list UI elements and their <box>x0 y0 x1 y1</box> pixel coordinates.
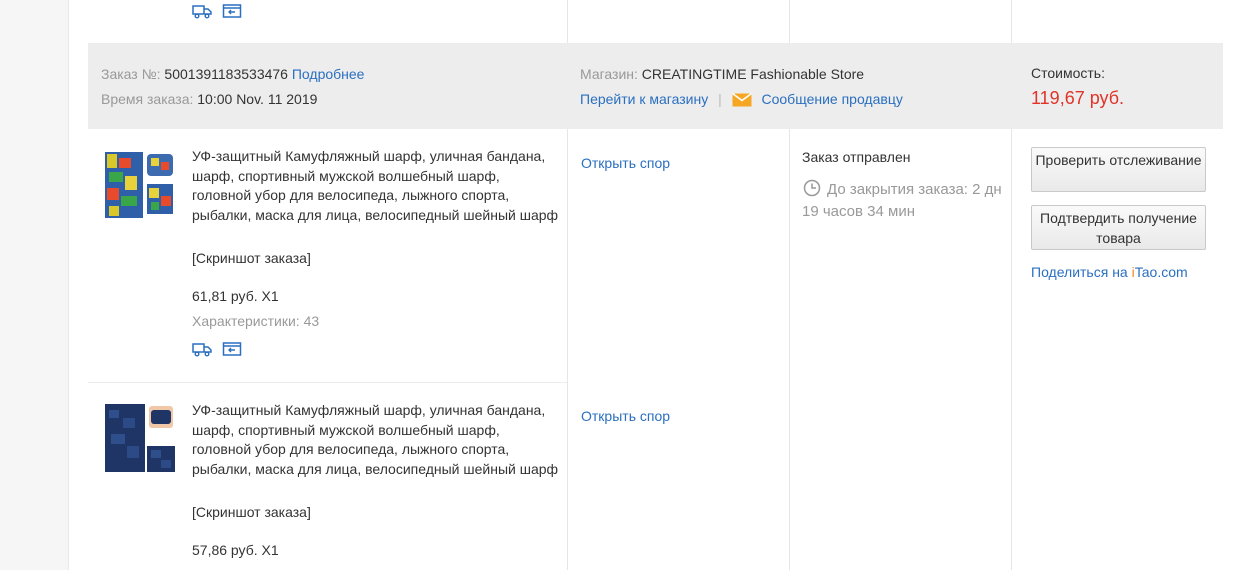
product-thumbnail[interactable] <box>103 402 175 474</box>
go-to-store-link[interactable]: Перейти к магазину <box>580 91 708 107</box>
message-seller-link[interactable]: Сообщение продавцу <box>762 91 903 107</box>
column-divider <box>1011 129 1012 570</box>
order-number-label: Заказ №: <box>101 66 161 82</box>
open-dispute-link[interactable]: Открыть спор <box>581 154 670 172</box>
order-header <box>88 43 1223 129</box>
share-brand-tao: Tao <box>1134 264 1158 280</box>
column-divider <box>789 0 790 43</box>
return-box-icon[interactable] <box>222 341 242 357</box>
prev-item-icons <box>192 3 242 19</box>
order-time-row: Время заказа: 10:00 Nov. 11 2019 <box>101 90 317 108</box>
item-price: 57,86 руб. X1 <box>192 542 279 558</box>
order-number-row: Заказ №: 5001391183533476 Подробнее <box>101 65 364 83</box>
order-snapshot-link[interactable]: [Скриншот заказа] <box>192 249 311 267</box>
order-time: 10:00 Nov. 11 2019 <box>197 91 318 107</box>
order-number: 5001391183533476 <box>164 66 288 82</box>
column-divider <box>1011 0 1012 43</box>
shipping-truck-icon[interactable] <box>192 3 212 19</box>
product-thumbnail[interactable] <box>103 148 175 220</box>
item-icons <box>192 341 242 357</box>
column-divider <box>567 0 568 43</box>
store-row: Магазин: CREATINGTIME Fashionable Store <box>580 65 864 83</box>
link-separator: | <box>718 91 722 107</box>
confirm-receipt-button[interactable]: Подтвердить получение товара <box>1031 205 1206 250</box>
envelope-icon[interactable] <box>731 93 752 107</box>
left-gutter <box>0 0 69 570</box>
return-box-icon[interactable] <box>222 3 242 19</box>
item-divider <box>88 382 567 383</box>
store-name: CREATINGTIME Fashionable Store <box>641 66 865 82</box>
order-status: Заказ отправлен <box>802 149 911 165</box>
item-price: 61,81 руб. X1 <box>192 288 279 304</box>
product-title[interactable]: УФ-защитный Камуфляжный шарф, уличная ба… <box>192 147 562 225</box>
share-itao-link[interactable]: Поделиться на iTao.com <box>1031 263 1188 281</box>
order-cost: 119,67 руб. <box>1031 88 1125 108</box>
share-brand-com: .com <box>1157 264 1188 280</box>
shipping-truck-icon[interactable] <box>192 341 212 357</box>
product-title[interactable]: УФ-защитный Камуфляжный шарф, уличная ба… <box>192 401 562 479</box>
check-tracking-button[interactable]: Проверить отслеживание <box>1031 147 1206 192</box>
item-specs: Характеристики: 43 <box>192 313 320 329</box>
column-divider <box>567 129 568 570</box>
store-links-row: Перейти к магазину | Сообщение продавцу <box>580 90 903 108</box>
store-label: Магазин: <box>580 66 638 82</box>
share-prefix: Поделиться на <box>1031 264 1132 280</box>
order-countdown: До закрытия заказа: 2 дн 19 часов 34 мин <box>802 181 1002 220</box>
open-dispute-link[interactable]: Открыть спор <box>581 407 670 425</box>
order-time-label: Время заказа: <box>101 91 194 107</box>
cost-label: Стоимость: <box>1031 65 1105 81</box>
column-divider <box>789 129 790 570</box>
order-details-link[interactable]: Подробнее <box>292 66 365 82</box>
order-snapshot-link[interactable]: [Скриншот заказа] <box>192 503 311 521</box>
